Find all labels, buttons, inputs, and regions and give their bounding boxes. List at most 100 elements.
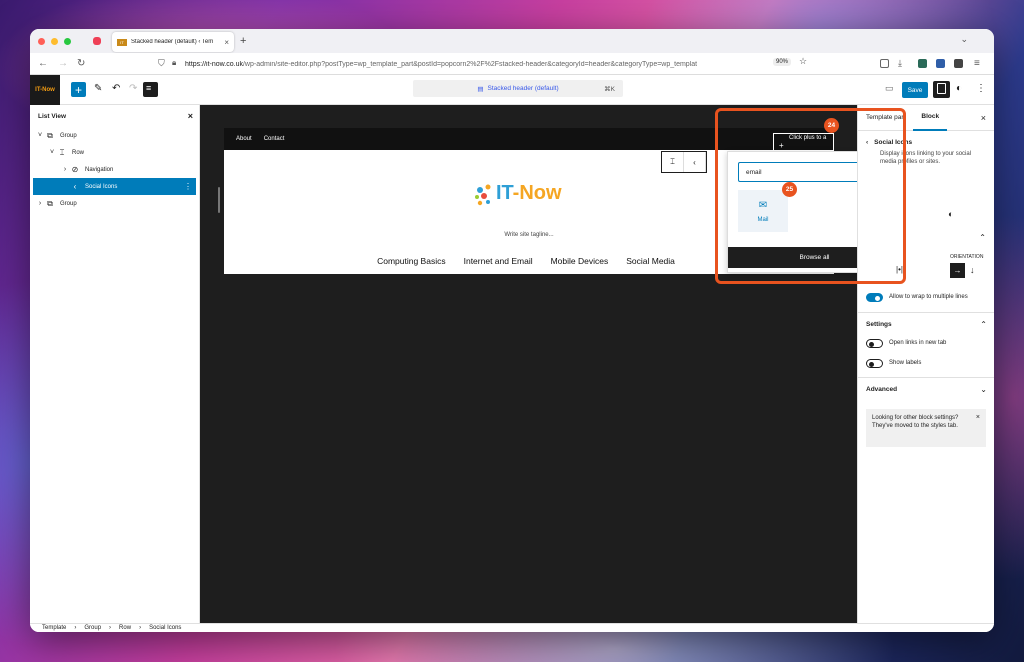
settings-section: Settings ⌃: [858, 312, 994, 335]
expand-chevron-icon[interactable]: ›: [61, 166, 69, 173]
nav-link-contact[interactable]: Contact: [264, 136, 285, 142]
collapse-chevron-icon[interactable]: ⌃: [980, 320, 987, 329]
pocket-icon[interactable]: [93, 37, 101, 45]
redo-icon[interactable]: ↷: [129, 83, 137, 94]
window-controls: [38, 37, 71, 45]
tab-list-chevron-icon[interactable]: ⌄: [960, 34, 968, 45]
expand-chevron-icon[interactable]: ⌄: [980, 385, 987, 394]
list-view-header: List View ×: [30, 105, 199, 127]
edit-pencil-icon[interactable]: ✎: [94, 83, 102, 94]
header-nav-bar[interactable]: About Contact Click plus to a +: [224, 128, 834, 152]
mail-envelope-icon: ✉: [758, 199, 768, 211]
show-labels-toggle[interactable]: [866, 359, 883, 368]
group-icon: ⧉: [47, 130, 53, 140]
breadcrumb-group[interactable]: Group: [84, 625, 101, 631]
extension-badge-icon[interactable]: [936, 59, 945, 68]
menu-item-mobile-devices[interactable]: Mobile Devices: [551, 256, 609, 266]
menu-item-social-media[interactable]: Social Media: [626, 256, 675, 266]
list-view-toggle-button[interactable]: ≡: [143, 82, 158, 97]
breadcrumb-row[interactable]: Row: [119, 625, 131, 631]
undo-icon[interactable]: ↶: [112, 83, 120, 94]
menu-item-internet-email[interactable]: Internet and Email: [464, 256, 533, 266]
new-tab-button[interactable]: +: [240, 35, 246, 47]
expand-chevron-icon[interactable]: ˅: [48, 149, 56, 156]
list-item-social-icons[interactable]: ‹ Social Icons ⋮: [33, 178, 196, 195]
logo-text-it: IT: [496, 182, 513, 204]
breadcrumb-template[interactable]: Template: [42, 625, 66, 631]
styles-moved-notice: Looking for other block settings? They'v…: [866, 409, 986, 447]
styles-contrast-icon[interactable]: ◐: [956, 83, 962, 94]
share-icon: ‹: [866, 139, 869, 146]
expand-chevron-icon[interactable]: ˅: [36, 132, 44, 139]
result-label: Mail: [757, 216, 769, 223]
new-tab-toggle[interactable]: [866, 339, 883, 348]
annotation-badge-25: 25: [782, 182, 797, 197]
editor-canvas[interactable]: About Contact Click plus to a + IT-Now W…: [200, 105, 901, 623]
nav-link-about[interactable]: About: [236, 136, 252, 142]
list-item-group[interactable]: › ⧉ Group: [30, 195, 199, 212]
preview-device-icon[interactable]: ▭: [885, 83, 894, 94]
placeholder-label: Click plus to a: [789, 135, 827, 141]
minimize-window-button[interactable]: [51, 37, 58, 45]
block-inserter-button[interactable]: +: [71, 82, 86, 97]
expand-chevron-icon[interactable]: ›: [36, 200, 44, 207]
list-item-group[interactable]: ˅ ⧉ Group: [30, 127, 199, 144]
back-arrow-icon[interactable]: ←: [38, 58, 48, 69]
lock-icon[interactable]: 🔒︎: [172, 58, 176, 68]
advanced-section: Advanced ⌄: [858, 377, 994, 400]
document-title-bar[interactable]: ▤ Stacked header (default) ⌘K: [413, 80, 623, 97]
forward-arrow-icon[interactable]: →: [58, 58, 68, 69]
dismiss-notice-icon[interactable]: ×: [976, 413, 980, 423]
settings-toggle-button[interactable]: [933, 81, 950, 98]
options-kebab-icon[interactable]: ⋮: [976, 83, 986, 94]
tab-block[interactable]: Block: [913, 105, 948, 131]
menu-hamburger-icon[interactable]: ≡: [974, 58, 980, 69]
close-window-button[interactable]: [38, 37, 45, 45]
close-list-view-icon[interactable]: ×: [188, 111, 193, 121]
browser-tab[interactable]: IT Stacked header (default) ‹ Tem ×: [112, 32, 234, 52]
url-path: /wp-admin/site-editor.php?postType=wp_te…: [242, 60, 698, 68]
list-item-navigation[interactable]: › ⊘ Navigation: [30, 161, 199, 178]
site-title-logo[interactable]: IT-Now: [496, 182, 562, 205]
orientation-vertical-icon[interactable]: ↓: [970, 265, 975, 275]
mail-block-result[interactable]: ✉ Mail: [738, 190, 788, 232]
downloads-icon[interactable]: ⤓: [898, 58, 902, 69]
resize-handle[interactable]: [218, 187, 220, 213]
browser-window: IT Stacked header (default) ‹ Tem × + ⌄ …: [30, 29, 994, 632]
search-value: email: [746, 168, 762, 176]
maximize-window-button[interactable]: [64, 37, 71, 45]
styles-contrast-icon[interactable]: ◐: [948, 209, 953, 219]
reload-icon[interactable]: ↻: [77, 58, 85, 69]
parent-row-button[interactable]: ⌶: [662, 152, 684, 172]
row-icon: ⌶: [59, 147, 65, 157]
menu-item-computing-basics[interactable]: Computing Basics: [377, 256, 446, 266]
share-icon: ‹: [73, 182, 77, 191]
tab-close-icon[interactable]: ×: [224, 38, 229, 47]
close-sidebar-icon[interactable]: ×: [981, 113, 986, 123]
bookmark-star-icon[interactable]: ☆: [799, 56, 807, 67]
address-bar[interactable]: https://it-now.co.uk/wp-admin/site-edito…: [185, 56, 855, 72]
advanced-section-header[interactable]: Advanced ⌄: [858, 378, 994, 400]
site-logo[interactable]: IT-Now: [30, 75, 60, 105]
shield-icon[interactable]: ⛉: [158, 58, 165, 69]
block-type-button[interactable]: ‹: [684, 152, 706, 172]
plus-icon[interactable]: +: [779, 141, 784, 150]
tab-favicon-icon: IT: [117, 38, 127, 46]
orientation-horizontal-button[interactable]: →: [950, 263, 965, 278]
save-button[interactable]: Save: [902, 82, 928, 98]
tab-template-part[interactable]: Template part: [858, 105, 913, 131]
collapse-chevron-icon[interactable]: ⌃: [979, 233, 986, 242]
zoom-level[interactable]: 90%: [773, 58, 792, 66]
justify-center-icon[interactable]: |•|: [896, 265, 903, 274]
extensions-puzzle-icon[interactable]: [954, 59, 963, 68]
list-item-label: Navigation: [85, 166, 114, 173]
wrap-toggle[interactable]: [866, 293, 883, 302]
list-item-label: Group: [60, 132, 77, 139]
list-item-row[interactable]: ˅ ⌶ Row: [30, 144, 199, 161]
list-view-title: List View: [38, 112, 67, 120]
settings-section-header[interactable]: Settings ⌃: [858, 313, 994, 335]
pocket-save-icon[interactable]: [880, 59, 889, 68]
options-kebab-icon[interactable]: ⋮: [184, 182, 192, 191]
extension-icon[interactable]: [918, 59, 927, 68]
breadcrumb-social-icons[interactable]: Social Icons: [149, 625, 181, 631]
